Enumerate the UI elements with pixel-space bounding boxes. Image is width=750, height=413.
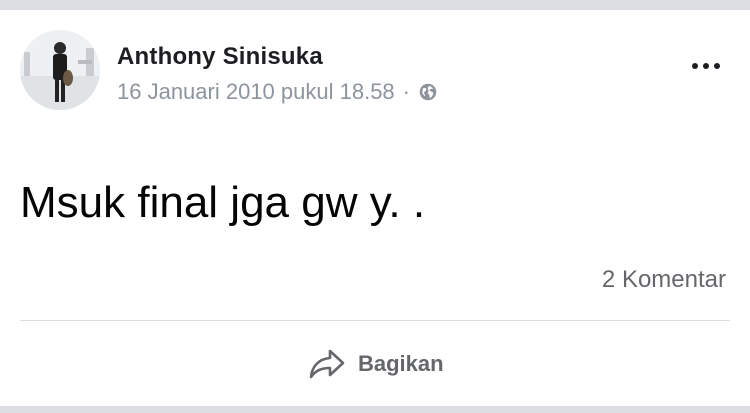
divider [20, 320, 730, 321]
more-options-icon[interactable] [686, 54, 726, 78]
post-text: Msuk final jga gw y. . [20, 178, 426, 227]
more-dot [714, 63, 720, 69]
share-arrow-icon [309, 349, 345, 379]
comments-count-link[interactable]: 2 Komentar [602, 266, 726, 294]
meta-separator: · [402, 79, 410, 104]
bottom-separator-band [0, 406, 750, 413]
more-dot [692, 63, 698, 69]
post-card: Anthony Sinisuka 16 Januari 2010 pukul 1… [0, 10, 750, 406]
share-button[interactable]: Bagikan [308, 346, 444, 382]
post-meta: 16 Januari 2010 pukul 18.58 · [117, 79, 437, 105]
share-label: Bagikan [358, 351, 444, 376]
avatar-photo [20, 30, 100, 110]
avatar[interactable] [20, 30, 100, 110]
globe-icon[interactable] [419, 83, 437, 101]
author-name[interactable]: Anthony Sinisuka [117, 43, 323, 71]
post-timestamp[interactable]: 16 Januari 2010 pukul 18.58 [117, 79, 395, 105]
top-separator-band [0, 0, 750, 10]
more-dot [703, 63, 709, 69]
